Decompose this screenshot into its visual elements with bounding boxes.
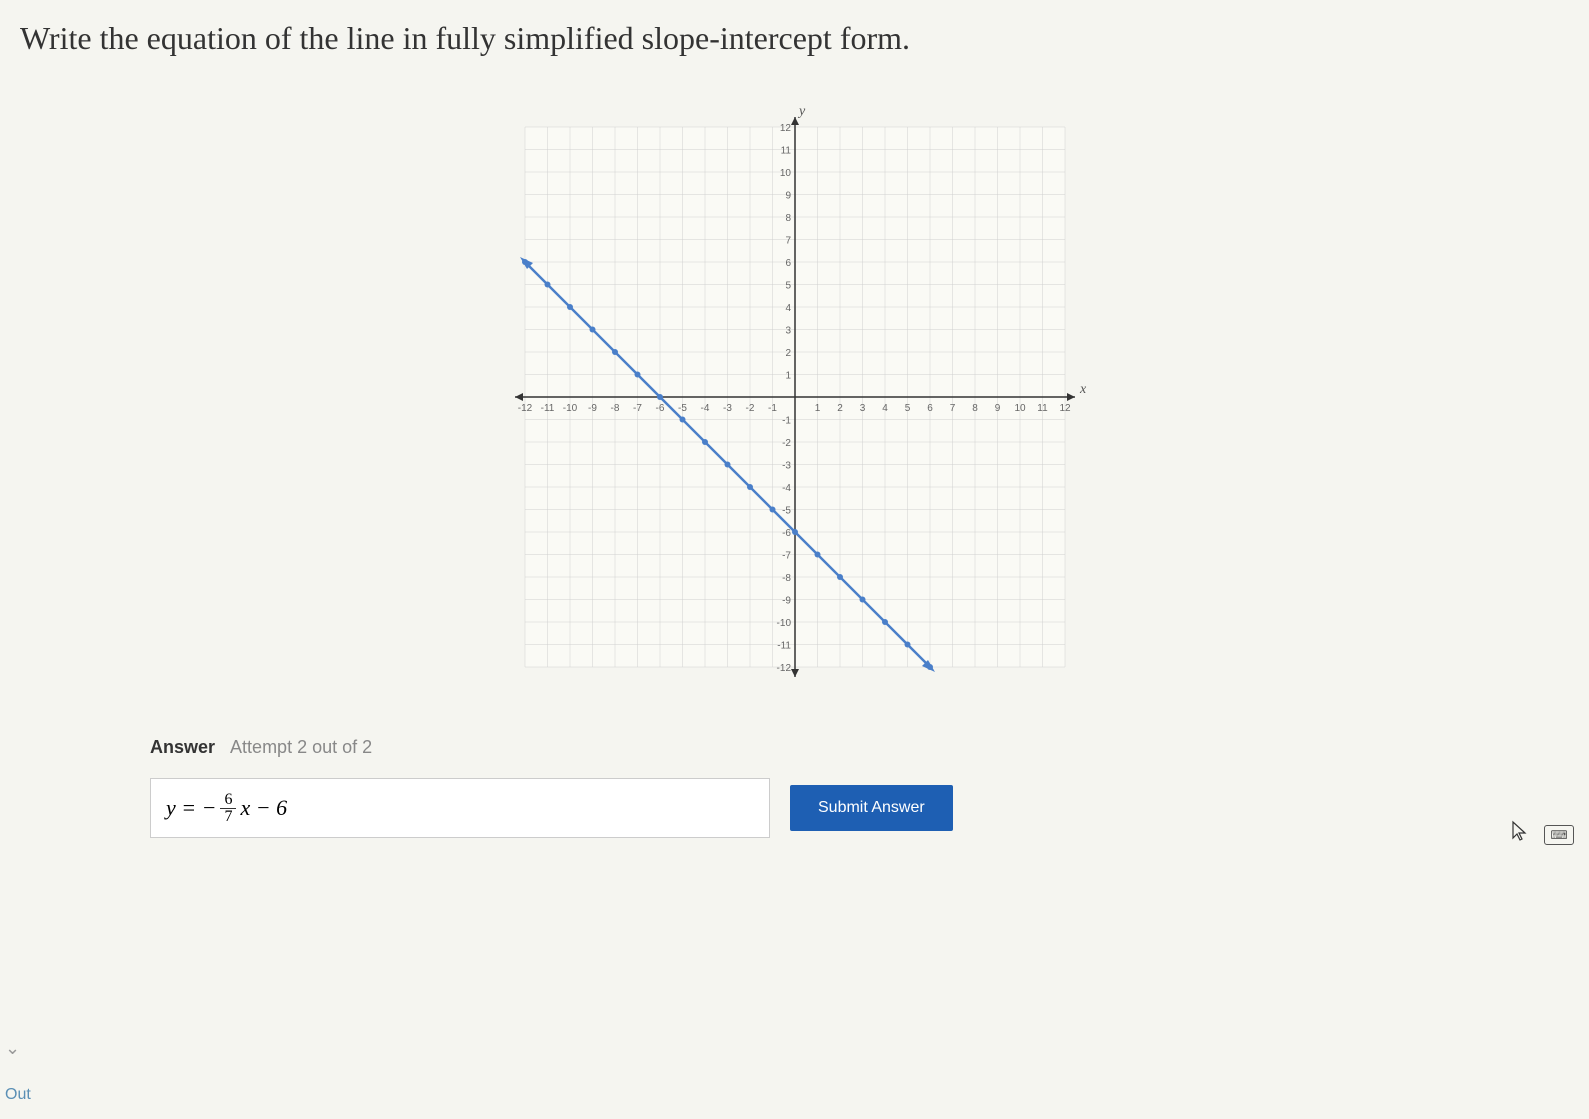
- svg-text:11: 11: [780, 146, 791, 157]
- answer-suffix: x − 6: [240, 795, 287, 821]
- svg-text:4: 4: [785, 303, 791, 314]
- svg-text:-5: -5: [782, 506, 791, 517]
- svg-text:1: 1: [814, 403, 820, 414]
- svg-text:-4: -4: [700, 403, 709, 414]
- svg-text:-11: -11: [777, 641, 791, 652]
- answer-header: Answer Attempt 2 out of 2: [150, 737, 1439, 758]
- svg-text:-3: -3: [782, 461, 791, 472]
- svg-text:-11: -11: [540, 403, 554, 414]
- svg-text:-10: -10: [562, 403, 577, 414]
- x-axis-label: x: [1079, 382, 1087, 397]
- svg-text:5: 5: [785, 281, 791, 292]
- svg-text:-9: -9: [588, 403, 597, 414]
- svg-text:8: 8: [785, 213, 791, 224]
- svg-text:-12: -12: [776, 663, 791, 674]
- svg-text:10: 10: [1014, 403, 1026, 414]
- answer-fraction: 6 7: [220, 792, 236, 825]
- svg-text:3: 3: [785, 326, 791, 337]
- answer-label: Answer: [150, 737, 215, 757]
- svg-text:-10: -10: [776, 618, 791, 629]
- svg-text:-7: -7: [782, 551, 791, 562]
- cursor-icon: [1511, 820, 1529, 848]
- keyboard-icon[interactable]: [1544, 825, 1574, 845]
- svg-text:3: 3: [859, 403, 865, 414]
- svg-text:6: 6: [785, 258, 791, 269]
- svg-text:9: 9: [785, 191, 791, 202]
- svg-text:12: 12: [1059, 403, 1071, 414]
- svg-text:-1: -1: [768, 403, 777, 414]
- y-axis-label: y: [797, 104, 806, 119]
- svg-text:9: 9: [994, 403, 1000, 414]
- svg-text:2: 2: [837, 403, 843, 414]
- attempt-text: Attempt 2 out of 2: [230, 737, 372, 757]
- svg-text:12: 12: [779, 123, 791, 134]
- svg-text:11: 11: [1037, 403, 1048, 414]
- svg-text:7: 7: [785, 236, 791, 247]
- svg-text:-6: -6: [782, 528, 791, 539]
- svg-text:-1: -1: [782, 416, 791, 427]
- svg-text:8: 8: [972, 403, 978, 414]
- answer-prefix: y = −: [166, 795, 216, 821]
- svg-text:6: 6: [927, 403, 933, 414]
- svg-text:4: 4: [882, 403, 888, 414]
- svg-text:2: 2: [785, 348, 791, 359]
- svg-text:10: 10: [779, 168, 791, 179]
- svg-text:-2: -2: [745, 403, 754, 414]
- svg-text:-7: -7: [633, 403, 642, 414]
- submit-answer-button[interactable]: Submit Answer: [790, 785, 953, 831]
- svg-text:7: 7: [949, 403, 955, 414]
- question-text: Write the equation of the line in fully …: [0, 0, 1589, 67]
- coordinate-graph: x y -12-11-10-9-8-7-6-5-4-3-2-1 12345678…: [495, 97, 1095, 697]
- svg-text:1: 1: [785, 371, 791, 382]
- svg-text:5: 5: [904, 403, 910, 414]
- chevron-down-icon[interactable]: ⌄: [5, 1038, 20, 1059]
- svg-text:-5: -5: [678, 403, 687, 414]
- svg-text:-2: -2: [782, 438, 791, 449]
- svg-text:-6: -6: [655, 403, 664, 414]
- svg-text:-8: -8: [782, 573, 791, 584]
- answer-section: Answer Attempt 2 out of 2 y = − 6 7 x − …: [150, 737, 1439, 838]
- svg-text:-8: -8: [610, 403, 619, 414]
- graph-svg: x y -12-11-10-9-8-7-6-5-4-3-2-1 12345678…: [495, 97, 1095, 697]
- sidebar-out-link[interactable]: Out: [0, 1081, 36, 1109]
- svg-text:-9: -9: [782, 596, 791, 607]
- svg-text:-12: -12: [517, 403, 532, 414]
- svg-text:-4: -4: [782, 483, 791, 494]
- answer-input[interactable]: y = − 6 7 x − 6: [150, 778, 770, 838]
- svg-text:-3: -3: [723, 403, 732, 414]
